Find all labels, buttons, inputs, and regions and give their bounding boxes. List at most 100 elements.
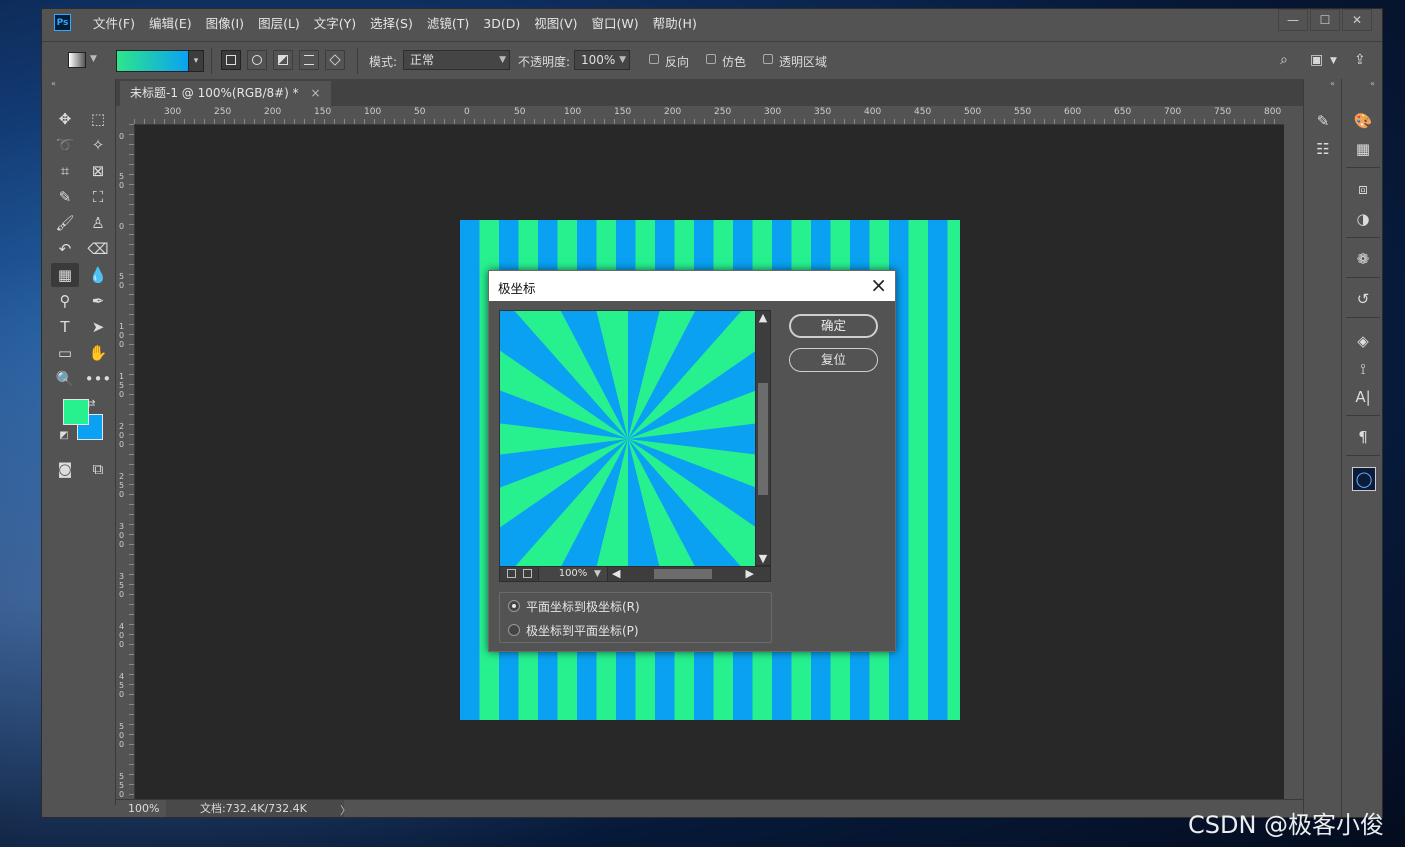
stamp-tool-icon[interactable]: ♙: [84, 211, 112, 235]
pen-tool-icon[interactable]: ✒: [84, 289, 112, 313]
menu-file[interactable]: 文件(F): [86, 9, 142, 38]
opacity-input[interactable]: 100% ▼: [574, 50, 630, 70]
scroll-thumb[interactable]: [758, 383, 768, 495]
zoom-tool-icon[interactable]: 🔍: [51, 367, 79, 391]
brush-presets-icon[interactable]: ☷: [1308, 137, 1338, 161]
menu-window[interactable]: 窗口(W): [585, 9, 646, 38]
paths-icon[interactable]: ⟟: [1348, 357, 1378, 381]
path-selection-icon[interactable]: ➤: [84, 315, 112, 339]
dodge-tool-icon[interactable]: ⚲: [51, 289, 79, 313]
character-icon[interactable]: A|: [1348, 385, 1378, 409]
move-tool-icon[interactable]: ✥: [51, 107, 79, 131]
menu-3d[interactable]: 3D(D): [476, 9, 527, 38]
reset-button[interactable]: 复位: [789, 348, 878, 372]
scroll-down-icon[interactable]: ▼: [756, 552, 770, 565]
ruler-corner[interactable]: [116, 106, 135, 125]
rect-to-polar-radio[interactable]: [508, 600, 520, 612]
gradient-tool-icon[interactable]: ▦: [51, 263, 79, 287]
magic-wand-tool-icon[interactable]: ✧: [84, 133, 112, 157]
scroll-right-icon[interactable]: ▶: [746, 567, 754, 581]
horizontal-ruler[interactable]: 300 250 200 150 100 50 0 50 100 150 200 …: [134, 106, 1284, 125]
menu-filter[interactable]: 滤镜(T): [420, 9, 476, 38]
quick-mask-icon[interactable]: ◙: [51, 457, 79, 481]
rect-to-polar-label[interactable]: 平面坐标到极坐标(R): [526, 598, 640, 615]
zoom-level[interactable]: 100%: [128, 802, 159, 815]
document-tab[interactable]: 未标题-1 @ 100%(RGB/8#) * ×: [120, 81, 331, 106]
foreground-color-swatch[interactable]: [63, 399, 89, 425]
menu-type[interactable]: 文字(Y): [307, 9, 363, 38]
collapse-icon[interactable]: «: [47, 79, 115, 93]
mode-select[interactable]: 正常 ▼: [403, 50, 510, 70]
eyedropper-tool-icon[interactable]: ✎: [51, 185, 79, 209]
extension-icon[interactable]: ◯: [1352, 467, 1376, 491]
default-colors-icon[interactable]: ◩: [57, 429, 71, 443]
collapse-icon[interactable]: «: [1330, 79, 1335, 88]
ok-button[interactable]: 确定: [789, 314, 878, 338]
chevron-down-icon[interactable]: ▼: [90, 54, 97, 64]
blur-tool-icon[interactable]: 💧: [84, 263, 112, 287]
diamond-gradient-button[interactable]: [325, 50, 345, 70]
zoom-out-icon[interactable]: [507, 569, 516, 578]
polar-to-rect-radio[interactable]: [508, 624, 520, 636]
zoom-in-icon[interactable]: [523, 569, 532, 578]
brush-tool-icon[interactable]: 🖌: [51, 211, 79, 235]
dialog-titlebar[interactable]: 极坐标 ×: [489, 271, 895, 301]
brush-settings-icon[interactable]: ✎: [1308, 109, 1338, 133]
text-tool-icon[interactable]: T: [51, 315, 79, 339]
history-brush-icon[interactable]: ↶: [51, 237, 79, 261]
menu-image[interactable]: 图像(I): [199, 9, 251, 38]
angle-gradient-button[interactable]: [273, 50, 293, 70]
gradient-picker[interactable]: [116, 50, 190, 72]
share-icon[interactable]: ⇪: [1354, 52, 1366, 68]
search-icon[interactable]: ⌕: [1280, 52, 1288, 68]
menu-layer[interactable]: 图层(L): [251, 9, 307, 38]
gradient-tool-preset-icon[interactable]: [68, 52, 86, 68]
menu-edit[interactable]: 编辑(E): [142, 9, 199, 38]
minimize-button[interactable]: —: [1278, 9, 1308, 31]
workspace-icon[interactable]: ▣: [1310, 52, 1323, 68]
frame-tool-icon[interactable]: ⊠: [84, 159, 112, 183]
layers-icon[interactable]: ◈: [1348, 329, 1378, 353]
screen-mode-icon[interactable]: ⧉: [84, 457, 112, 481]
menu-view[interactable]: 视图(V): [527, 9, 584, 38]
canvas-scrollbar[interactable]: [1284, 106, 1302, 799]
adjustments-icon[interactable]: ◑: [1348, 207, 1378, 231]
chevron-right-icon[interactable]: 〉: [340, 802, 351, 817]
linear-gradient-button[interactable]: [221, 50, 241, 70]
chevron-down-icon[interactable]: ▼: [1330, 56, 1337, 66]
more-tools-icon[interactable]: •••: [84, 367, 112, 391]
crop-tool-icon[interactable]: ⌗: [51, 159, 79, 183]
scroll-up-icon[interactable]: ▲: [756, 311, 770, 324]
vertical-ruler[interactable]: 0 50 0 50 100 150 200 250 300 350 400 45…: [116, 124, 135, 799]
chevron-down-icon[interactable]: ▼: [594, 567, 601, 581]
channels-icon[interactable]: ❁: [1348, 247, 1378, 271]
history-icon[interactable]: ↺: [1348, 287, 1378, 311]
maximize-button[interactable]: ☐: [1310, 9, 1340, 31]
paragraph-icon[interactable]: ¶: [1348, 425, 1378, 449]
reflected-gradient-button[interactable]: [299, 50, 319, 70]
close-tab-icon[interactable]: ×: [311, 86, 321, 100]
libraries-icon[interactable]: ⧈: [1348, 177, 1378, 201]
menu-select[interactable]: 选择(S): [363, 9, 420, 38]
radial-gradient-button[interactable]: [247, 50, 267, 70]
polar-to-rect-label[interactable]: 极坐标到平面坐标(P): [526, 622, 639, 639]
preview-vertical-scrollbar[interactable]: ▲ ▼: [755, 310, 771, 566]
swatches-icon[interactable]: ▦: [1348, 137, 1378, 161]
filter-preview[interactable]: [499, 310, 757, 568]
hand-tool-icon[interactable]: ✋: [84, 341, 112, 365]
reverse-checkbox[interactable]: [649, 54, 659, 64]
color-palette-icon[interactable]: 🎨: [1348, 109, 1378, 133]
collapse-icon[interactable]: «: [1370, 79, 1375, 88]
gradient-dropdown-button[interactable]: ▾: [188, 50, 204, 72]
dither-checkbox[interactable]: [706, 54, 716, 64]
close-icon[interactable]: ×: [870, 273, 887, 297]
scroll-left-icon[interactable]: ◀: [612, 567, 620, 581]
marquee-tool-icon[interactable]: ⬚: [84, 107, 112, 131]
close-window-button[interactable]: ✕: [1342, 9, 1372, 31]
horizontal-scroll-thumb[interactable]: [654, 569, 712, 579]
patch-tool-icon[interactable]: ⛶: [84, 185, 112, 209]
menu-help[interactable]: 帮助(H): [646, 9, 704, 38]
lasso-tool-icon[interactable]: ➰: [51, 133, 79, 157]
shape-tool-icon[interactable]: ▭: [51, 341, 79, 365]
transparency-checkbox[interactable]: [763, 54, 773, 64]
